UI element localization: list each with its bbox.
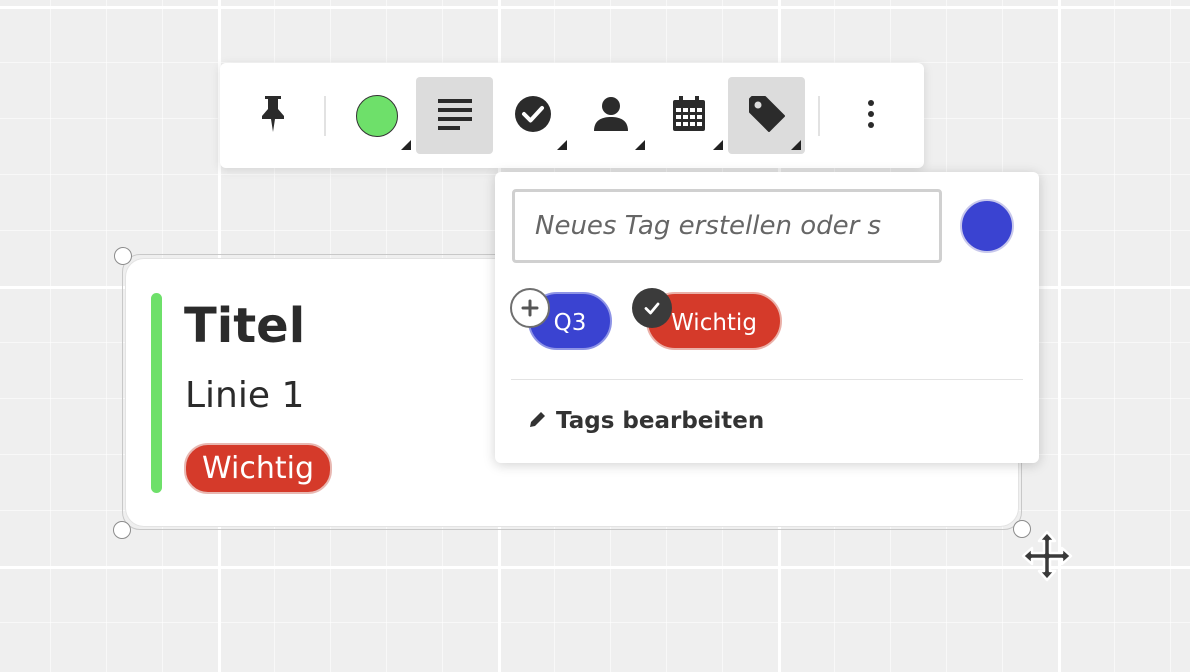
more-vertical-icon	[867, 99, 875, 133]
text-align-button[interactable]	[416, 77, 493, 154]
toolbar-separator	[818, 96, 820, 136]
tag-chip-label: Q3	[553, 310, 587, 336]
card-accent-bar	[151, 293, 162, 493]
more-options-button[interactable]	[832, 77, 909, 154]
tag-selected-check-icon[interactable]	[632, 288, 672, 328]
calendar-icon	[672, 95, 706, 136]
tag-icon	[748, 95, 786, 137]
resize-handle-bottom-left[interactable]	[113, 521, 131, 539]
color-swatch	[355, 94, 398, 137]
color-button[interactable]	[338, 77, 415, 154]
card-title[interactable]: Titel	[184, 296, 305, 356]
popover-divider	[511, 379, 1023, 380]
dropdown-corner-icon	[557, 140, 567, 150]
card-toolbar	[220, 63, 924, 168]
dropdown-corner-icon	[791, 140, 801, 150]
resize-handle-top-left[interactable]	[114, 247, 132, 265]
dropdown-corner-icon	[713, 140, 723, 150]
assignee-button[interactable]	[572, 77, 649, 154]
edit-tags-label: Tags bearbeiten	[556, 408, 765, 434]
dropdown-corner-icon	[635, 140, 645, 150]
card-line-1[interactable]: Linie 1	[185, 372, 304, 420]
tags-button[interactable]	[728, 77, 805, 154]
toolbar-separator	[324, 96, 326, 136]
checklist-button[interactable]	[494, 77, 571, 154]
new-tag-input[interactable]	[512, 189, 942, 263]
pin-button[interactable]	[234, 77, 311, 154]
dropdown-corner-icon	[401, 140, 411, 150]
pencil-icon	[528, 409, 548, 433]
tag-chip-label: Wichtig	[671, 310, 757, 336]
pin-icon	[258, 94, 288, 138]
card-tag-wichtig[interactable]: Wichtig	[184, 443, 332, 494]
add-tag-icon[interactable]	[510, 288, 550, 328]
text-lines-icon	[437, 97, 473, 135]
tag-popover: Q3 Wichtig Tags bearbeiten	[495, 172, 1039, 463]
new-tag-color-picker[interactable]	[960, 199, 1014, 253]
edit-tags-button[interactable]: Tags bearbeiten	[528, 403, 764, 439]
check-circle-icon	[514, 95, 552, 137]
move-icon[interactable]	[1021, 530, 1073, 582]
date-button[interactable]	[650, 77, 727, 154]
person-icon	[593, 96, 629, 136]
